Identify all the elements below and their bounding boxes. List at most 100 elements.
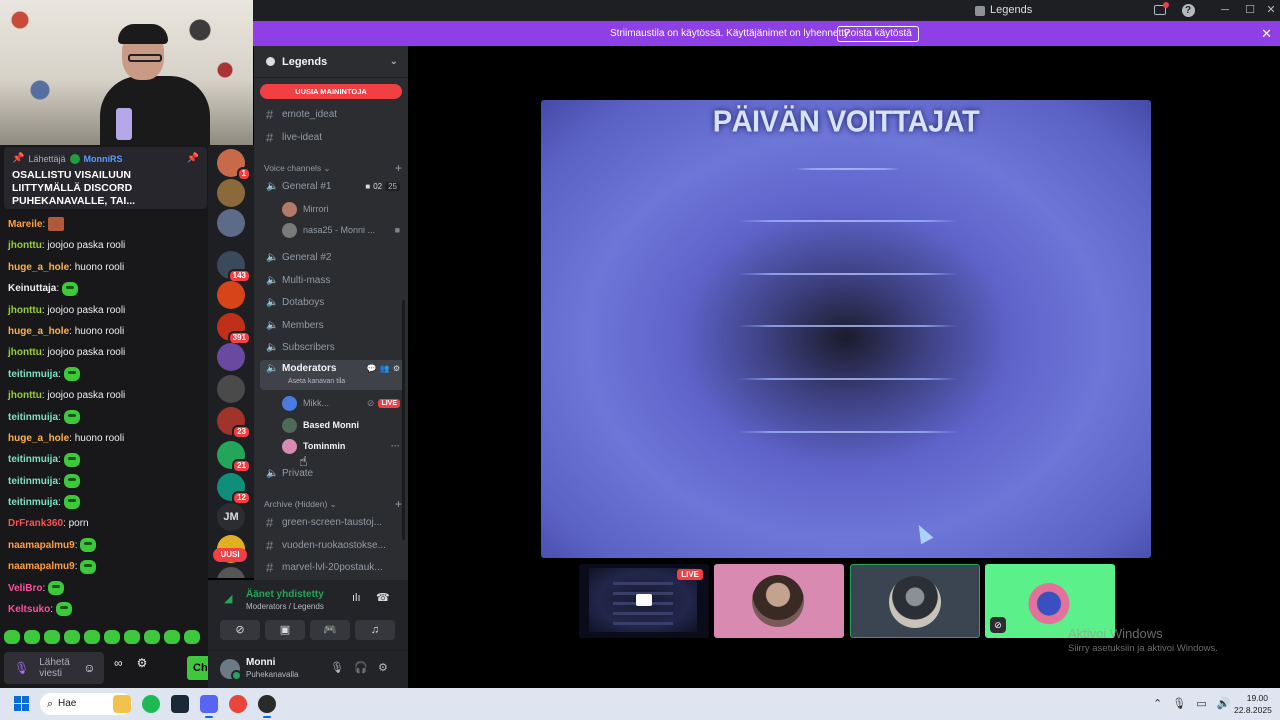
- taskbar-clock[interactable]: 19.00 22.8.2025: [1234, 692, 1272, 716]
- discord-icon[interactable]: [200, 695, 218, 718]
- activity-button[interactable]: 🎮: [310, 620, 350, 640]
- channel-archive[interactable]: # green-screen-taustoj...: [260, 512, 404, 532]
- chat-username[interactable]: jhonttu: [8, 347, 42, 358]
- microphone-icon[interactable]: 🎙: [14, 661, 29, 675]
- server-header[interactable]: Legends ⌄: [254, 46, 408, 78]
- screen-share-view[interactable]: PÄIVÄN VOITTAJAT: [541, 100, 1151, 558]
- emote-icon[interactable]: [4, 630, 20, 644]
- disconnect-icon[interactable]: ☎: [376, 591, 390, 604]
- channel-emote-ideat[interactable]: # emote_ideat: [260, 104, 404, 124]
- chat-username[interactable]: teitinmuija: [8, 497, 58, 508]
- screen-share-button[interactable]: ▣: [265, 620, 305, 640]
- chevron-down-icon[interactable]: ⌄: [390, 56, 398, 67]
- user-settings-gear-icon[interactable]: ⚙: [378, 661, 388, 674]
- chrome-icon[interactable]: [229, 695, 247, 713]
- noise-suppression-icon[interactable]: ılı: [352, 592, 361, 604]
- server-icon[interactable]: [217, 567, 245, 578]
- chat-username[interactable]: jhonttu: [8, 390, 42, 401]
- windows-start-icon[interactable]: [14, 696, 29, 711]
- chat-username[interactable]: teitinmuija: [8, 369, 58, 380]
- close-window-icon[interactable]: ✕: [1261, 0, 1280, 21]
- file-explorer-icon[interactable]: [113, 695, 131, 713]
- server-icon[interactable]: 12: [217, 473, 251, 505]
- user-avatar[interactable]: [220, 659, 242, 681]
- voice-user[interactable]: Mikk... ⊘ LIVE: [282, 393, 404, 413]
- gear-icon[interactable]: ⚙: [393, 364, 400, 373]
- pinned-by-user[interactable]: MonniRS: [84, 154, 123, 164]
- participant-tile-speaking[interactable]: [850, 564, 980, 638]
- chevron-up-icon[interactable]: ⌃: [1153, 688, 1162, 720]
- server-icon[interactable]: 143: [217, 251, 251, 283]
- emote-icon[interactable]: [184, 630, 200, 644]
- chat-username[interactable]: huge_a_hole: [8, 326, 69, 337]
- chat-input[interactable]: 🎙 Lähetä viesti ☺: [4, 652, 104, 684]
- chat-username[interactable]: jhonttu: [8, 240, 42, 251]
- channel-live-ideat[interactable]: # live-ideat: [260, 127, 404, 147]
- participant-tile-stream[interactable]: LIVE: [579, 564, 709, 638]
- microphone-icon[interactable]: 🎙: [330, 661, 344, 674]
- server-icon[interactable]: [217, 281, 245, 309]
- add-user-icon[interactable]: 👥: [380, 364, 390, 373]
- voice-channel-multi-mass[interactable]: 🔈 Multi-mass: [260, 270, 404, 290]
- help-icon[interactable]: ?: [1178, 0, 1198, 21]
- chat-send-button[interactable]: Ch: [187, 656, 208, 680]
- channel-archive[interactable]: # vuoden-ruokaostokse...: [260, 535, 404, 555]
- chat-username[interactable]: VeliBro: [8, 583, 42, 594]
- chat-username[interactable]: huge_a_hole: [8, 433, 69, 444]
- disable-streamer-mode-button[interactable]: Poista käytöstä: [837, 26, 919, 42]
- chat-username[interactable]: naamapalmu9: [8, 540, 75, 551]
- new-mentions-pill[interactable]: UUSIA MAININTOJA: [260, 84, 402, 99]
- server-icon[interactable]: 1: [217, 149, 251, 181]
- voice-channel-moderators[interactable]: 🔈 Moderators 💬 👥 ⚙ Aseta kanavan tila: [260, 360, 404, 390]
- voice-channel-private[interactable]: 🔈 Private: [260, 463, 404, 483]
- more-options-icon[interactable]: ···: [391, 441, 400, 451]
- voice-channel-dotaboys[interactable]: 🔈 Dotaboys: [260, 292, 404, 312]
- voice-channel-general-2[interactable]: 🔈 General #2: [260, 247, 404, 267]
- add-channel-icon[interactable]: +: [395, 161, 402, 175]
- chat-bubble-icon[interactable]: 💬: [367, 364, 377, 373]
- server-icon[interactable]: [217, 375, 245, 403]
- emote-icon[interactable]: [64, 630, 80, 644]
- voice-channel-members[interactable]: 🔈 Members: [260, 315, 404, 335]
- chat-username[interactable]: jhonttu: [8, 305, 42, 316]
- voice-status[interactable]: Äänet yhdistetty: [246, 589, 324, 600]
- chat-username[interactable]: Keltsuko: [8, 604, 50, 615]
- network-icon[interactable]: ▭: [1196, 688, 1206, 720]
- chat-username[interactable]: Mareile: [8, 219, 42, 230]
- minimize-icon[interactable]: ─: [1215, 0, 1235, 21]
- steam-icon[interactable]: [171, 695, 189, 713]
- emote-icon[interactable]: [44, 630, 60, 644]
- spotify-icon[interactable]: [142, 695, 160, 713]
- emote-icon[interactable]: [104, 630, 120, 644]
- add-channel-icon[interactable]: +: [395, 497, 402, 511]
- camera-off-button[interactable]: ⊘: [220, 620, 260, 640]
- chat-username[interactable]: DrFrank360: [8, 518, 63, 529]
- settings-gear-icon[interactable]: ⚙: [137, 656, 148, 670]
- username[interactable]: Monni: [246, 657, 275, 668]
- server-icon-jm[interactable]: JM: [217, 503, 245, 531]
- voice-channel-subscribers[interactable]: 🔈 Subscribers: [260, 337, 404, 357]
- chat-username[interactable]: teitinmuija: [8, 454, 58, 465]
- chat-username[interactable]: huge_a_hole: [8, 262, 69, 273]
- headphones-icon[interactable]: 🎧: [354, 661, 368, 674]
- unpin-icon[interactable]: 📌: [187, 153, 199, 164]
- chat-username[interactable]: teitinmuija: [8, 476, 58, 487]
- participant-tile[interactable]: [714, 564, 844, 638]
- chat-username[interactable]: teitinmuija: [8, 412, 58, 423]
- voice-user[interactable]: Mirrori: [282, 199, 404, 219]
- emoji-icon[interactable]: ☺: [83, 661, 95, 675]
- obs-icon[interactable]: [258, 695, 276, 718]
- close-banner-icon[interactable]: ✕: [1261, 21, 1272, 46]
- microphone-icon[interactable]: 🎙: [1172, 688, 1186, 720]
- voice-channel-general-1[interactable]: 🔈 General #1 ■ 02 25: [260, 176, 404, 196]
- voice-user[interactable]: nasa25 - Monni ... ■: [282, 220, 404, 240]
- new-servers-badge[interactable]: UUSI: [213, 548, 247, 562]
- chat-username[interactable]: naamapalmu9: [8, 561, 75, 572]
- set-channel-status[interactable]: Aseta kanavan tila: [288, 378, 345, 385]
- category-archive[interactable]: Archive (Hidden) ⌄ +: [264, 497, 402, 511]
- inbox-icon[interactable]: [1150, 0, 1170, 21]
- emote-icon[interactable]: [24, 630, 40, 644]
- maximize-icon[interactable]: ☐: [1240, 0, 1260, 21]
- channel-points-icon[interactable]: ∞: [114, 656, 123, 670]
- soundboard-button[interactable]: ♫: [355, 620, 395, 640]
